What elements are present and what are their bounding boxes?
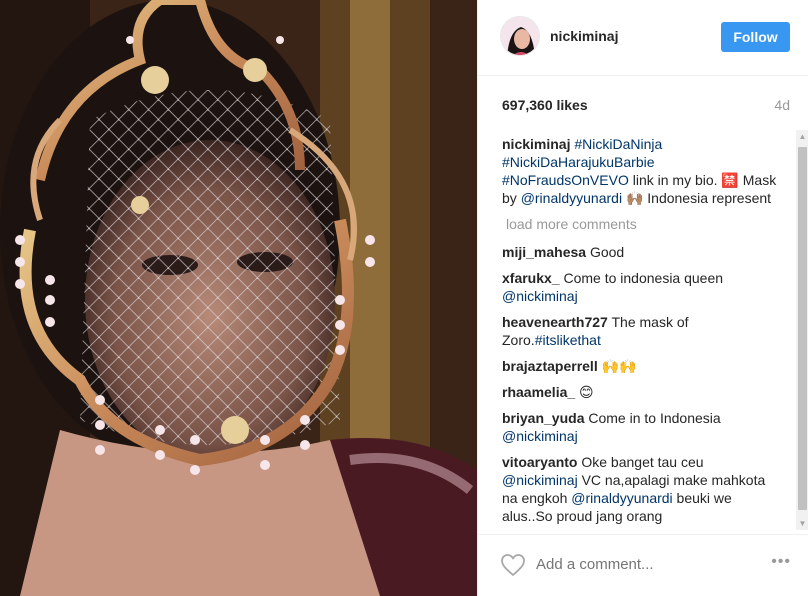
mention-link[interactable]: @nickiminaj <box>502 428 578 444</box>
scroll-up-arrow-icon[interactable]: ▲ <box>796 130 808 143</box>
comment-text: Come in to Indonesia <box>584 410 721 426</box>
hashtag-link[interactable]: #NoFraudsOnVEVO <box>502 172 629 188</box>
comment-username[interactable]: xfarukx_ <box>502 270 560 286</box>
comment-text: 😊 <box>575 384 594 400</box>
comment-username[interactable]: rhaamelia_ <box>502 384 575 400</box>
list-item: miji_mahesa Good <box>502 243 782 261</box>
comment-username[interactable]: vitoaryanto <box>502 454 577 470</box>
comment-text: Oke banget tau ceu <box>577 454 704 470</box>
post-timestamp[interactable]: 4d <box>774 97 790 113</box>
post-photo[interactable] <box>0 0 477 596</box>
load-more-comments-link[interactable]: load more comments <box>506 215 782 233</box>
comment-username[interactable]: heavenearth727 <box>502 314 608 330</box>
comments-scrollbar[interactable]: ▲ ▼ <box>796 130 808 530</box>
mention-link[interactable]: @nickiminaj <box>502 288 578 304</box>
list-item: vitoaryanto Oke banget tau ceu @nickimin… <box>502 453 782 525</box>
more-options-icon[interactable]: ••• <box>771 553 791 571</box>
post-author-username[interactable]: nickiminaj <box>550 28 618 44</box>
comment-text: Good <box>586 244 625 260</box>
heart-icon[interactable] <box>500 553 526 577</box>
scroll-down-arrow-icon[interactable]: ▼ <box>796 517 808 530</box>
list-item: briyan_yuda Come in to Indonesia @nickim… <box>502 409 782 445</box>
comment-username[interactable]: brajaztaperrell <box>502 358 598 374</box>
caption-text: 🙌🏽 Indonesia represent <box>622 190 772 206</box>
hashtag-link[interactable]: #NickiDaHarajukuBarbie <box>502 154 655 170</box>
add-comment-input[interactable] <box>536 556 736 573</box>
scrollbar-thumb[interactable] <box>798 147 807 510</box>
list-item: xfarukx_ Come to indonesia queen @nickim… <box>502 269 782 305</box>
profile-picture-icon <box>501 17 539 55</box>
comment-text: 🙌🙌 <box>597 358 637 374</box>
likes-count[interactable]: 697,360 likes <box>502 97 588 113</box>
add-comment-bar: ••• <box>478 534 808 596</box>
mention-link[interactable]: @rinaldyyunardi <box>571 490 672 506</box>
post-details-panel: nickiminaj Follow 697,360 likes 4d nicki… <box>477 0 808 596</box>
hashtag-link[interactable]: #NickiDaNinja <box>574 136 662 152</box>
mention-link[interactable]: @nickiminaj <box>502 472 578 488</box>
avatar[interactable] <box>500 16 540 56</box>
follow-button[interactable]: Follow <box>721 22 790 52</box>
caption-text: link in my bio. 🈲 <box>628 172 739 188</box>
caption: nickiminaj #NickiDaNinja #NickiDaHarajuk… <box>502 135 782 207</box>
comment-username[interactable]: miji_mahesa <box>502 244 586 260</box>
likes-row: 697,360 likes 4d <box>502 97 792 117</box>
masked-portrait-image <box>0 0 477 596</box>
hashtag-link[interactable]: #itslikethat <box>535 332 601 348</box>
comment-text: Come to indonesia queen <box>559 270 724 286</box>
caption-username[interactable]: nickiminaj <box>502 136 570 152</box>
list-item: heavenearth727 The mask of Zoro.#itslike… <box>502 313 782 349</box>
list-item: brajaztaperrell 🙌🙌 <box>502 357 782 375</box>
mention-link[interactable]: @rinaldyyunardi <box>521 190 622 206</box>
comment-username[interactable]: briyan_yuda <box>502 410 584 426</box>
post-header: nickiminaj Follow <box>478 0 808 76</box>
comments-list: nickiminaj #NickiDaNinja #NickiDaHarajuk… <box>502 135 782 530</box>
list-item: rhaamelia_ 😊 <box>502 383 782 401</box>
